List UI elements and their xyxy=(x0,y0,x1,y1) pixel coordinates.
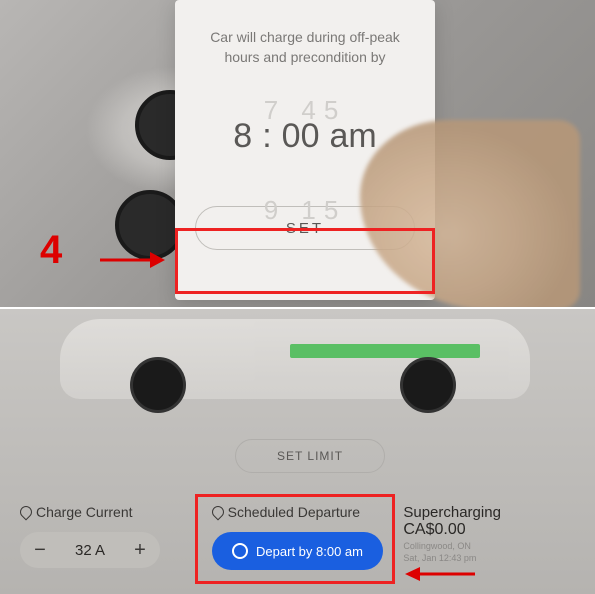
annotation-number-4: 4 xyxy=(40,228,62,273)
pin-icon xyxy=(18,504,35,521)
time-picker-prev[interactable]: 7 45 xyxy=(175,95,435,126)
charging-screen: SET LIMIT Charge Current − 32 A + Schedu… xyxy=(0,307,595,594)
charge-current-section: Charge Current − 32 A + xyxy=(20,504,192,570)
annotation-arrow-4 xyxy=(95,245,165,275)
amperage-stepper: − 32 A + xyxy=(20,532,160,568)
charge-current-label: Charge Current xyxy=(20,504,192,520)
annotation-arrow-depart xyxy=(400,562,480,586)
supercharging-section: Supercharging CA$0.00 Collingwood, ON Sa… xyxy=(403,504,575,570)
departure-time-panel: Car will charge during off-peak hours an… xyxy=(0,0,595,307)
modal-description: Car will charge during off-peak hours an… xyxy=(195,28,415,67)
annotation-box-4 xyxy=(175,228,435,294)
supercharging-label: Supercharging xyxy=(403,504,575,521)
annotation-box-depart xyxy=(195,494,395,584)
supercharging-location: Collingwood, ON xyxy=(403,541,575,551)
amp-decrease-button[interactable]: − xyxy=(20,539,60,562)
wheel-icon xyxy=(400,357,456,413)
amp-value: 32 A xyxy=(60,542,120,559)
set-limit-button[interactable]: SET LIMIT xyxy=(235,439,385,473)
charge-level-bar xyxy=(290,344,480,358)
supercharging-price: CA$0.00 xyxy=(403,521,575,539)
wheel-icon xyxy=(130,357,186,413)
set-limit-label: SET LIMIT xyxy=(277,449,343,463)
amp-increase-button[interactable]: + xyxy=(120,539,160,562)
